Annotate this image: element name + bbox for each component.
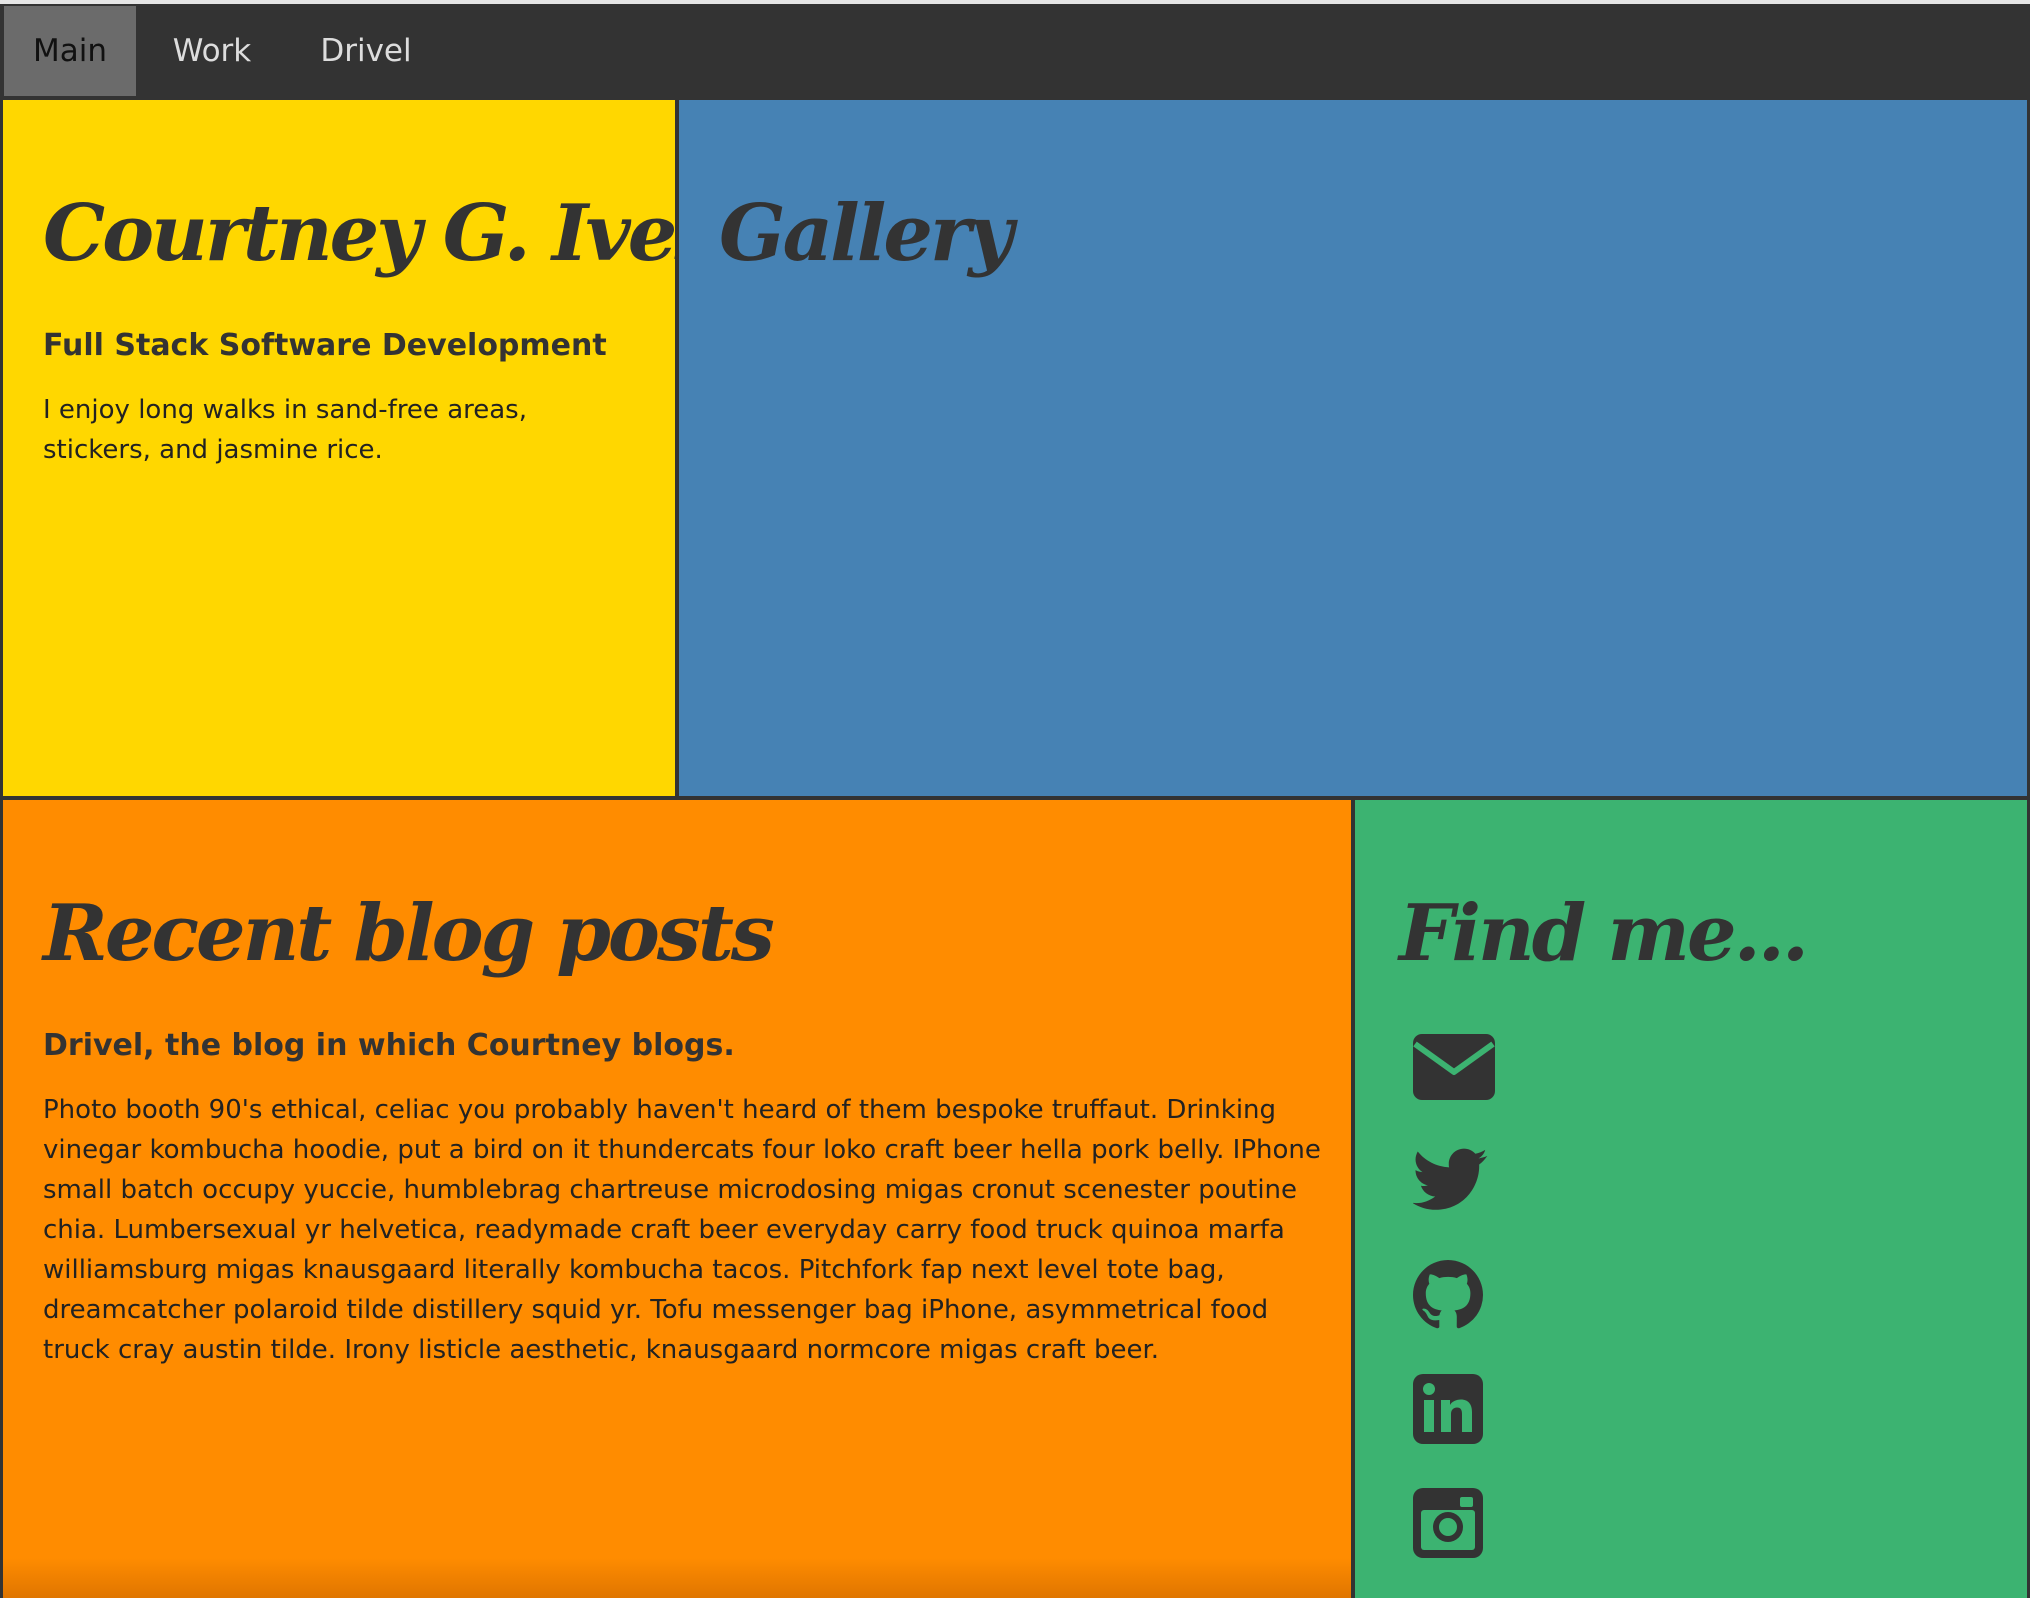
page: Main Work Drivel Courtney G. Ives Full S…: [0, 0, 2030, 1598]
linkedin-icon[interactable]: [1413, 1374, 1497, 1454]
gallery-panel: Gallery: [679, 100, 2027, 796]
envelope-icon[interactable]: [1413, 1034, 1497, 1114]
about-body: I enjoy long walks in sand-free areas, s…: [43, 395, 527, 465]
about-title: Courtney G. Ives: [43, 188, 675, 279]
nav-item-main[interactable]: Main: [4, 6, 136, 96]
about-panel: Courtney G. Ives Full Stack Software Dev…: [3, 100, 675, 796]
nav-item-drivel[interactable]: Drivel: [288, 6, 444, 96]
blog-bottom-shadow: [3, 1558, 1351, 1598]
nav-item-work[interactable]: Work: [136, 6, 288, 96]
blog-body: Photo booth 90's ethical, celiac you pro…: [43, 1095, 1321, 1365]
blog-panel: Recent blog posts Drivel, the blog in wh…: [3, 800, 1351, 1598]
blog-title: Recent blog posts: [43, 888, 775, 979]
blog-subtitle: Drivel, the blog in which Courtney blogs…: [43, 1028, 735, 1063]
github-icon[interactable]: [1413, 1260, 1497, 1340]
instagram-icon[interactable]: [1413, 1488, 1497, 1568]
about-subtitle: Full Stack Software Development: [43, 328, 607, 363]
find-me-title: Find me...: [1399, 888, 1809, 979]
find-me-panel: Find me...: [1355, 800, 2027, 1598]
twitter-icon[interactable]: [1413, 1148, 1497, 1228]
gallery-title: Gallery: [719, 188, 1013, 279]
top-navbar: Main Work Drivel: [0, 4, 2030, 98]
